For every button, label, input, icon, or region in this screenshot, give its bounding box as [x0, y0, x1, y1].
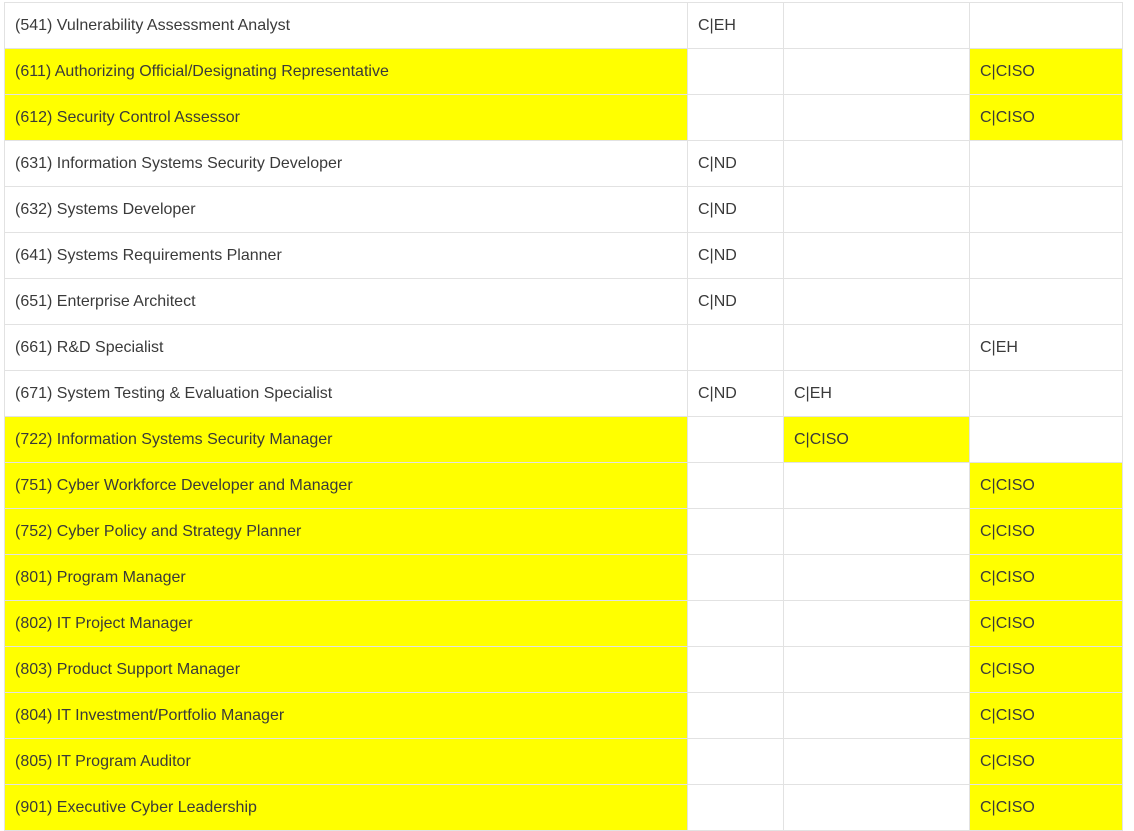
- certification-cell-col2: [783, 554, 970, 601]
- role-certification-table-container: (541) Vulnerability Assessment Analyst C|…: [4, 2, 1123, 831]
- certification-cell-col1: C|EH: [687, 2, 784, 49]
- table-row: (803) Product Support Manager C|CISO: [4, 646, 1123, 693]
- certification-cell-col1: [687, 600, 784, 647]
- certification-cell-col2: [783, 94, 970, 141]
- certification-cell-col2: [783, 692, 970, 739]
- certification-cell-col2: [783, 738, 970, 785]
- certification-cell-col1: [687, 508, 784, 555]
- work-role-cell: (752) Cyber Policy and Strategy Planner: [4, 508, 688, 555]
- work-role-cell: (631) Information Systems Security Devel…: [4, 140, 688, 187]
- work-role-cell: (611) Authorizing Official/Designating R…: [4, 48, 688, 95]
- certification-cell-col3: [969, 370, 1123, 417]
- certification-cell-col3: C|CISO: [969, 508, 1123, 555]
- work-role-cell: (671) System Testing & Evaluation Specia…: [4, 370, 688, 417]
- certification-cell-col1: [687, 738, 784, 785]
- certification-cell-col2: [783, 140, 970, 187]
- work-role-cell: (901) Executive Cyber Leadership: [4, 784, 688, 831]
- certification-cell-col3: C|CISO: [969, 784, 1123, 831]
- table-row: (801) Program Manager C|CISO: [4, 554, 1123, 601]
- table-row: (641) Systems Requirements Planner C|ND: [4, 232, 1123, 279]
- table-row: (722) Information Systems Security Manag…: [4, 416, 1123, 463]
- certification-cell-col3: C|CISO: [969, 462, 1123, 509]
- certification-cell-col2: [783, 462, 970, 509]
- work-role-cell: (661) R&D Specialist: [4, 324, 688, 371]
- table-row: (651) Enterprise Architect C|ND: [4, 278, 1123, 325]
- certification-cell-col2: [783, 646, 970, 693]
- certification-cell-col3: C|CISO: [969, 48, 1123, 95]
- work-role-cell: (801) Program Manager: [4, 554, 688, 601]
- certification-cell-col2: [783, 278, 970, 325]
- table-row: (752) Cyber Policy and Strategy Planner C…: [4, 508, 1123, 555]
- table-row: (631) Information Systems Security Devel…: [4, 140, 1123, 187]
- work-role-cell: (722) Information Systems Security Manag…: [4, 416, 688, 463]
- table-row: (805) IT Program Auditor C|CISO: [4, 738, 1123, 785]
- certification-cell-col3: C|CISO: [969, 738, 1123, 785]
- certification-cell-col1: [687, 646, 784, 693]
- work-role-cell: (805) IT Program Auditor: [4, 738, 688, 785]
- certification-cell-col2: [783, 600, 970, 647]
- table-row: (611) Authorizing Official/Designating R…: [4, 48, 1123, 95]
- table-row: (661) R&D Specialist C|EH: [4, 324, 1123, 371]
- certification-cell-col1: [687, 48, 784, 95]
- certification-cell-col1: [687, 94, 784, 141]
- certification-cell-col3: C|CISO: [969, 600, 1123, 647]
- role-certification-table: (541) Vulnerability Assessment Analyst C|…: [4, 2, 1123, 831]
- work-role-cell: (612) Security Control Assessor: [4, 94, 688, 141]
- certification-cell-col1: [687, 692, 784, 739]
- certification-cell-col2: [783, 324, 970, 371]
- certification-cell-col2: [783, 784, 970, 831]
- table-row: (612) Security Control Assessor C|CISO: [4, 94, 1123, 141]
- certification-cell-col3: C|EH: [969, 324, 1123, 371]
- certification-cell-col2: C|EH: [783, 370, 970, 417]
- certification-cell-col1: C|ND: [687, 278, 784, 325]
- certification-cell-col3: [969, 140, 1123, 187]
- certification-cell-col2: [783, 186, 970, 233]
- work-role-cell: (804) IT Investment/Portfolio Manager: [4, 692, 688, 739]
- certification-cell-col1: [687, 416, 784, 463]
- certification-cell-col1: [687, 554, 784, 601]
- certification-cell-col3: C|CISO: [969, 692, 1123, 739]
- certification-cell-col1: C|ND: [687, 186, 784, 233]
- certification-cell-col1: [687, 462, 784, 509]
- table-row: (541) Vulnerability Assessment Analyst C|…: [4, 2, 1123, 49]
- certification-cell-col1: [687, 784, 784, 831]
- certification-cell-col3: [969, 186, 1123, 233]
- certification-cell-col1: C|ND: [687, 232, 784, 279]
- certification-cell-col2: C|CISO: [783, 416, 970, 463]
- work-role-cell: (802) IT Project Manager: [4, 600, 688, 647]
- certification-cell-col3: C|CISO: [969, 646, 1123, 693]
- certification-cell-col2: [783, 508, 970, 555]
- work-role-cell: (641) Systems Requirements Planner: [4, 232, 688, 279]
- certification-cell-col3: [969, 232, 1123, 279]
- table-row: (751) Cyber Workforce Developer and Mana…: [4, 462, 1123, 509]
- certification-cell-col2: [783, 232, 970, 279]
- table-body: (541) Vulnerability Assessment Analyst C|…: [4, 2, 1123, 831]
- work-role-cell: (541) Vulnerability Assessment Analyst: [4, 2, 688, 49]
- work-role-cell: (651) Enterprise Architect: [4, 278, 688, 325]
- table-row: (804) IT Investment/Portfolio Manager C|C…: [4, 692, 1123, 739]
- work-role-cell: (803) Product Support Manager: [4, 646, 688, 693]
- certification-cell-col3: [969, 416, 1123, 463]
- table-row: (802) IT Project Manager C|CISO: [4, 600, 1123, 647]
- table-row: (671) System Testing & Evaluation Specia…: [4, 370, 1123, 417]
- work-role-cell: (751) Cyber Workforce Developer and Mana…: [4, 462, 688, 509]
- certification-cell-col3: [969, 278, 1123, 325]
- certification-cell-col2: [783, 48, 970, 95]
- table-row: (901) Executive Cyber Leadership C|CISO: [4, 784, 1123, 831]
- certification-cell-col1: C|ND: [687, 370, 784, 417]
- table-row: (632) Systems Developer C|ND: [4, 186, 1123, 233]
- work-role-cell: (632) Systems Developer: [4, 186, 688, 233]
- certification-cell-col3: C|CISO: [969, 94, 1123, 141]
- certification-cell-col2: [783, 2, 970, 49]
- certification-cell-col3: C|CISO: [969, 554, 1123, 601]
- certification-cell-col1: C|ND: [687, 140, 784, 187]
- certification-cell-col3: [969, 2, 1123, 49]
- certification-cell-col1: [687, 324, 784, 371]
